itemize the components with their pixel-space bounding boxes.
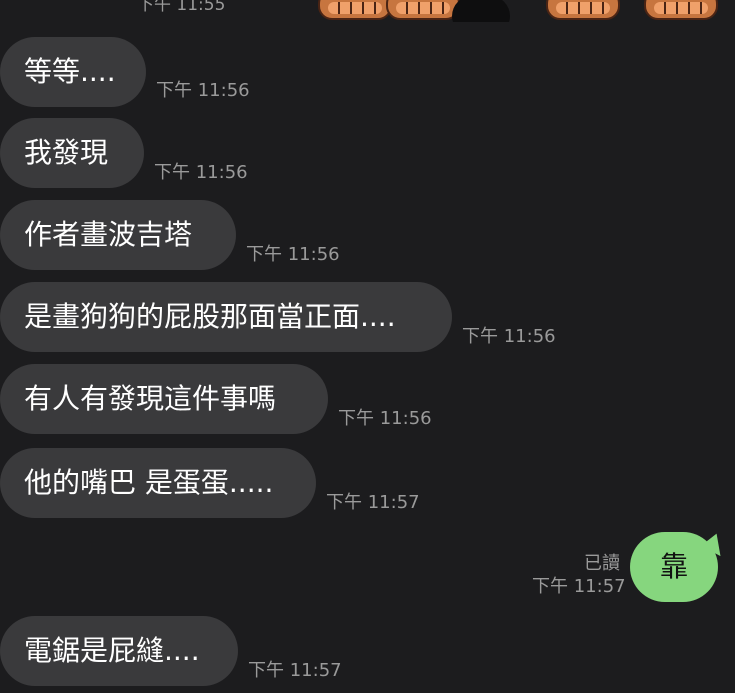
message-timestamp: 下午 11:56 <box>338 408 432 429</box>
sticker-paw-right-inner <box>546 0 620 20</box>
sticker-timestamp: 下午 11:55 <box>137 0 226 15</box>
sticker-paw-left <box>318 0 392 20</box>
message-timestamp: 下午 11:56 <box>246 244 340 265</box>
message-timestamp: 下午 11:56 <box>154 162 248 183</box>
outgoing-timestamp: 下午 11:57 <box>532 576 626 597</box>
incoming-message-bubble[interactable]: 是畫狗狗的屁股那面當正面.... <box>0 282 452 352</box>
sticker-paw-left-inner <box>386 0 460 20</box>
incoming-message-bubble[interactable]: 我發現 <box>0 118 144 188</box>
sticker-paw-right <box>644 0 718 20</box>
message-timestamp: 下午 11:56 <box>156 80 250 101</box>
chat-area[interactable]: 下午 11:55 等等.... 下午 11:56 我發現 下午 11:56 作者… <box>0 0 735 693</box>
message-timestamp: 下午 11:56 <box>462 326 556 347</box>
message-timestamp: 下午 11:57 <box>326 492 420 513</box>
sticker-image[interactable] <box>228 0 722 22</box>
incoming-message-bubble[interactable]: 電鋸是屁縫.... <box>0 616 238 686</box>
outgoing-message-bubble[interactable]: 靠 <box>630 532 718 602</box>
incoming-message-bubble[interactable]: 作者畫波吉塔 <box>0 200 236 270</box>
sticker-shadow <box>452 0 510 22</box>
incoming-message-bubble[interactable]: 等等.... <box>0 37 146 107</box>
incoming-message-bubble[interactable]: 有人有發現這件事嗎 <box>0 364 328 434</box>
incoming-message-bubble[interactable]: 他的嘴巴 是蛋蛋..... <box>0 448 316 518</box>
message-timestamp: 下午 11:57 <box>248 660 342 681</box>
